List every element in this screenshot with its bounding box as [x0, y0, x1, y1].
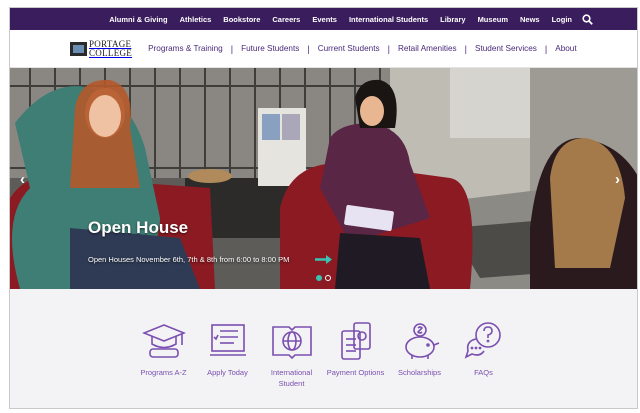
graduation-cap-icon — [141, 324, 186, 358]
hero-title: Open House — [88, 218, 189, 237]
quick-link-scholarships[interactable]: Scholarships — [388, 321, 452, 408]
nav-divider: | — [230, 43, 234, 54]
quick-link-label: Programs A-Z — [140, 368, 187, 377]
logo-mark-icon — [70, 41, 87, 56]
globe-book-icon — [271, 326, 312, 360]
nav-student-services[interactable]: Student Services — [475, 44, 537, 53]
quick-link-label: Apply Today — [207, 368, 248, 377]
piggy-bank-icon — [404, 323, 439, 359]
nav-divider: | — [307, 43, 310, 54]
quick-links: Programs A-Z Apply Today International S… — [10, 289, 637, 408]
question-bubble-icon — [464, 322, 501, 359]
utility-link-athletics[interactable]: Athletics — [180, 15, 212, 24]
utility-nav: Alumni & Giving Athletics Bookstore Care… — [10, 8, 637, 30]
main-nav: PORTAGE COLLEGE Programs & Training | Fu… — [10, 30, 637, 68]
carousel-dot-2[interactable] — [325, 275, 331, 281]
hero-carousel: ‹ › Open House Open Houses November 6th,… — [10, 68, 637, 289]
quick-link-programs[interactable]: Programs A-Z — [132, 321, 196, 408]
utility-link-bookstore[interactable]: Bookstore — [223, 15, 260, 24]
search-icon[interactable] — [582, 13, 593, 25]
carousel-dot-1[interactable] — [316, 275, 322, 281]
nav-programs-training[interactable]: Programs & Training — [148, 44, 223, 53]
nav-retail-amenities[interactable]: Retail Amenities — [398, 44, 457, 53]
arrow-right-icon[interactable] — [315, 255, 332, 264]
nav-divider: | — [544, 43, 548, 54]
college-logo[interactable]: PORTAGE COLLEGE — [70, 39, 133, 58]
utility-link-alumni[interactable]: Alumni & Giving — [109, 15, 167, 24]
utility-link-news[interactable]: News — [520, 15, 540, 24]
utility-link-careers[interactable]: Careers — [272, 15, 300, 24]
utility-link-library[interactable]: Library — [440, 15, 465, 24]
utility-link-museum[interactable]: Museum — [478, 15, 508, 24]
quick-link-label: Scholarships — [398, 368, 441, 377]
nav-future-students[interactable]: Future Students — [241, 44, 299, 53]
payment-money-icon — [340, 322, 371, 360]
browser-page: Alumni & Giving Athletics Bookstore Care… — [9, 7, 638, 409]
application-form-icon — [209, 324, 246, 356]
nav-divider: | — [464, 43, 467, 54]
chevron-left-icon[interactable]: ‹ — [20, 171, 25, 188]
quick-link-faqs[interactable]: FAQs — [452, 321, 516, 408]
nav-divider: | — [387, 43, 390, 54]
quick-link-label: International Student — [270, 368, 313, 388]
quick-link-label: FAQs — [474, 368, 493, 377]
quick-link-payment[interactable]: Payment Options — [324, 321, 388, 408]
hero-subtitle: Open Houses November 6th, 7th & 8th from… — [88, 255, 290, 264]
nav-current-students[interactable]: Current Students — [318, 44, 380, 53]
nav-about[interactable]: About — [555, 44, 576, 53]
utility-link-login[interactable]: Login — [552, 15, 572, 24]
chevron-right-icon[interactable]: › — [615, 171, 620, 188]
quick-link-apply[interactable]: Apply Today — [196, 321, 260, 408]
utility-link-international[interactable]: International Students — [349, 15, 428, 24]
logo-line-2: COLLEGE — [89, 47, 133, 58]
utility-link-events[interactable]: Events — [312, 15, 337, 24]
carousel-dots — [316, 275, 334, 281]
quick-link-international[interactable]: International Student — [260, 321, 324, 408]
main-nav-links: Programs & Training | Future Students | … — [148, 44, 577, 54]
quick-link-label: Payment Options — [326, 368, 385, 377]
